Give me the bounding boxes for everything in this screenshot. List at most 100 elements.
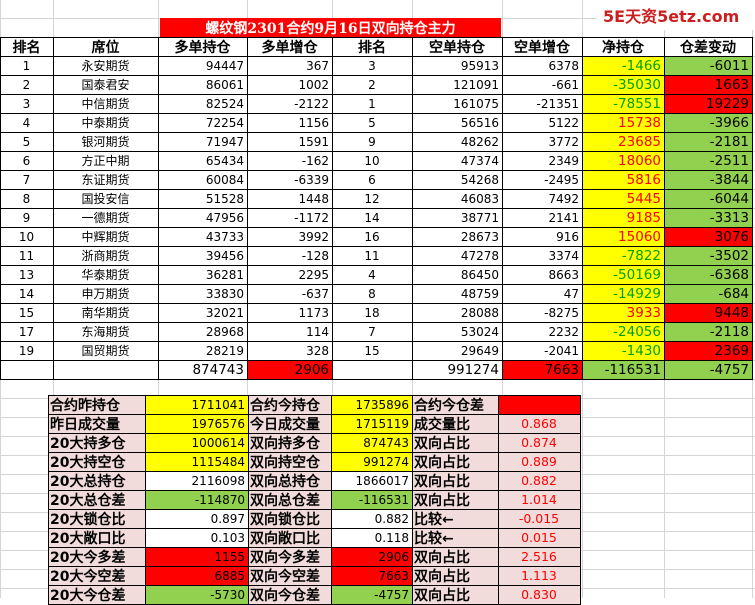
table-cell-long_chg[interactable]: -2122 (247, 94, 332, 113)
summary-label[interactable]: 合约今仓差 (412, 395, 498, 414)
summary-value[interactable]: -5730 (145, 585, 248, 604)
table-cell-net[interactable]: -50169 (582, 265, 664, 284)
table-cell-long[interactable]: 65434 (158, 151, 247, 170)
table-cell-srank[interactable]: 6 (332, 170, 412, 189)
table-cell-long[interactable]: 28219 (158, 341, 247, 360)
table-cell-net[interactable]: 3933 (582, 303, 664, 322)
table-cell-seat[interactable]: 永安期货 (53, 56, 158, 75)
summary-value[interactable]: 874743 (331, 433, 412, 452)
summary-label[interactable]: 双向今空差 (248, 566, 331, 585)
summary-value[interactable]: 0.103 (145, 528, 248, 547)
total-net[interactable]: -116531 (582, 360, 664, 379)
table-cell-short[interactable]: 46083 (412, 189, 502, 208)
table-cell-netchg[interactable]: 1663 (664, 75, 752, 94)
summary-label[interactable]: 双向持多仓 (248, 433, 331, 452)
summary-ratio[interactable]: -0.015 (498, 509, 580, 528)
table-cell-seat[interactable]: 东海期货 (53, 322, 158, 341)
summary-label[interactable]: 双向占比 (412, 471, 498, 490)
column-header[interactable]: 排名 (332, 37, 412, 56)
table-cell-long_chg[interactable]: 1591 (247, 132, 332, 151)
table-cell-seat[interactable]: 方正中期 (53, 151, 158, 170)
summary-label[interactable]: 合约昨持仓 (48, 395, 145, 414)
table-cell-short_chg[interactable]: 5122 (502, 113, 582, 132)
summary-value[interactable]: -116531 (331, 490, 412, 509)
table-cell-long_chg[interactable]: 328 (247, 341, 332, 360)
table-cell-long_chg[interactable]: 3992 (247, 227, 332, 246)
table-cell-long_chg[interactable]: 1448 (247, 189, 332, 208)
summary-value[interactable]: 2906 (331, 547, 412, 566)
table-cell-long_chg[interactable]: 367 (247, 56, 332, 75)
column-header[interactable]: 仓差变动 (664, 37, 752, 56)
table-cell-seat[interactable]: 东证期货 (53, 170, 158, 189)
table-cell-srank[interactable]: 1 (332, 94, 412, 113)
table-cell-seat[interactable]: 浙商期货 (53, 246, 158, 265)
summary-ratio[interactable]: 2.516 (498, 547, 580, 566)
summary-label[interactable]: 双向总仓差 (248, 490, 331, 509)
table-cell-net[interactable]: 18060 (582, 151, 664, 170)
table-cell-short[interactable]: 28673 (412, 227, 502, 246)
summary-label[interactable]: 20大今空差 (48, 566, 145, 585)
summary-value[interactable]: 1000614 (145, 433, 248, 452)
total-long[interactable]: 874743 (158, 360, 247, 379)
summary-ratio[interactable]: 0.868 (498, 414, 580, 433)
table-cell-seat[interactable]: 银河期货 (53, 132, 158, 151)
table-cell-srank[interactable]: 4 (332, 265, 412, 284)
table-cell-short_chg[interactable]: -2041 (502, 341, 582, 360)
table-cell-long[interactable]: 86061 (158, 75, 247, 94)
table-cell-srank[interactable]: 12 (332, 189, 412, 208)
table-cell-rank[interactable]: 7 (0, 170, 53, 189)
summary-label[interactable]: 昨日成交量 (48, 414, 145, 433)
summary-value[interactable]: 0.897 (145, 509, 248, 528)
summary-ratio[interactable]: 0.889 (498, 452, 580, 471)
table-cell-netchg[interactable]: -6011 (664, 56, 752, 75)
table-cell-long_chg[interactable]: 1156 (247, 113, 332, 132)
summary-value[interactable]: 7663 (331, 566, 412, 585)
summary-label[interactable]: 双向占比 (412, 433, 498, 452)
summary-label[interactable]: 20大总仓差 (48, 490, 145, 509)
table-cell-short[interactable]: 48759 (412, 284, 502, 303)
column-header[interactable]: 空单增仓 (502, 37, 582, 56)
table-cell-rank[interactable]: 3 (0, 94, 53, 113)
summary-label[interactable]: 合约今持仓 (248, 395, 331, 414)
table-cell-rank[interactable]: 4 (0, 113, 53, 132)
table-cell-long_chg[interactable]: 1002 (247, 75, 332, 94)
table-cell-short[interactable]: 161075 (412, 94, 502, 113)
table-cell-rank[interactable]: 17 (0, 322, 53, 341)
table-cell-netchg[interactable]: -3966 (664, 113, 752, 132)
table-cell-net[interactable]: -14929 (582, 284, 664, 303)
column-header[interactable]: 多单增仓 (247, 37, 332, 56)
table-cell-rank[interactable]: 1 (0, 56, 53, 75)
summary-value[interactable]: 1115484 (145, 452, 248, 471)
table-cell-short_chg[interactable]: -8275 (502, 303, 582, 322)
column-header[interactable]: 净持仓 (582, 37, 664, 56)
table-cell-short[interactable]: 38771 (412, 208, 502, 227)
table-cell-long_chg[interactable]: -637 (247, 284, 332, 303)
table-cell-short_chg[interactable]: 3374 (502, 246, 582, 265)
table-cell-long[interactable]: 60084 (158, 170, 247, 189)
summary-label[interactable]: 比较← (412, 528, 498, 547)
table-cell-net[interactable]: -24056 (582, 322, 664, 341)
table-cell-seat[interactable]: 华泰期货 (53, 265, 158, 284)
table-cell-short_chg[interactable]: 916 (502, 227, 582, 246)
table-cell-long[interactable]: 47956 (158, 208, 247, 227)
summary-value[interactable]: 1715119 (331, 414, 412, 433)
summary-label[interactable]: 双向占比 (412, 547, 498, 566)
summary-label[interactable]: 双向锁仓比 (248, 509, 331, 528)
summary-value[interactable]: 1711041 (145, 395, 248, 414)
table-cell-net[interactable]: -1430 (582, 341, 664, 360)
table-cell-net[interactable]: -7822 (582, 246, 664, 265)
table-cell-net[interactable]: -35030 (582, 75, 664, 94)
summary-value[interactable]: 6885 (145, 566, 248, 585)
table-cell-net[interactable]: 15738 (582, 113, 664, 132)
summary-value[interactable]: 0.882 (331, 509, 412, 528)
summary-label[interactable]: 20大持空仓 (48, 452, 145, 471)
table-cell-srank[interactable]: 11 (332, 246, 412, 265)
total-short[interactable]: 991274 (412, 360, 502, 379)
table-cell-rank[interactable]: 19 (0, 341, 53, 360)
summary-label[interactable]: 20大今多差 (48, 547, 145, 566)
table-cell-seat[interactable]: 中信期货 (53, 94, 158, 113)
table-cell-long_chg[interactable]: -1172 (247, 208, 332, 227)
table-cell-seat[interactable]: 一德期货 (53, 208, 158, 227)
table-cell-net[interactable]: 9185 (582, 208, 664, 227)
summary-label[interactable]: 双向占比 (412, 490, 498, 509)
